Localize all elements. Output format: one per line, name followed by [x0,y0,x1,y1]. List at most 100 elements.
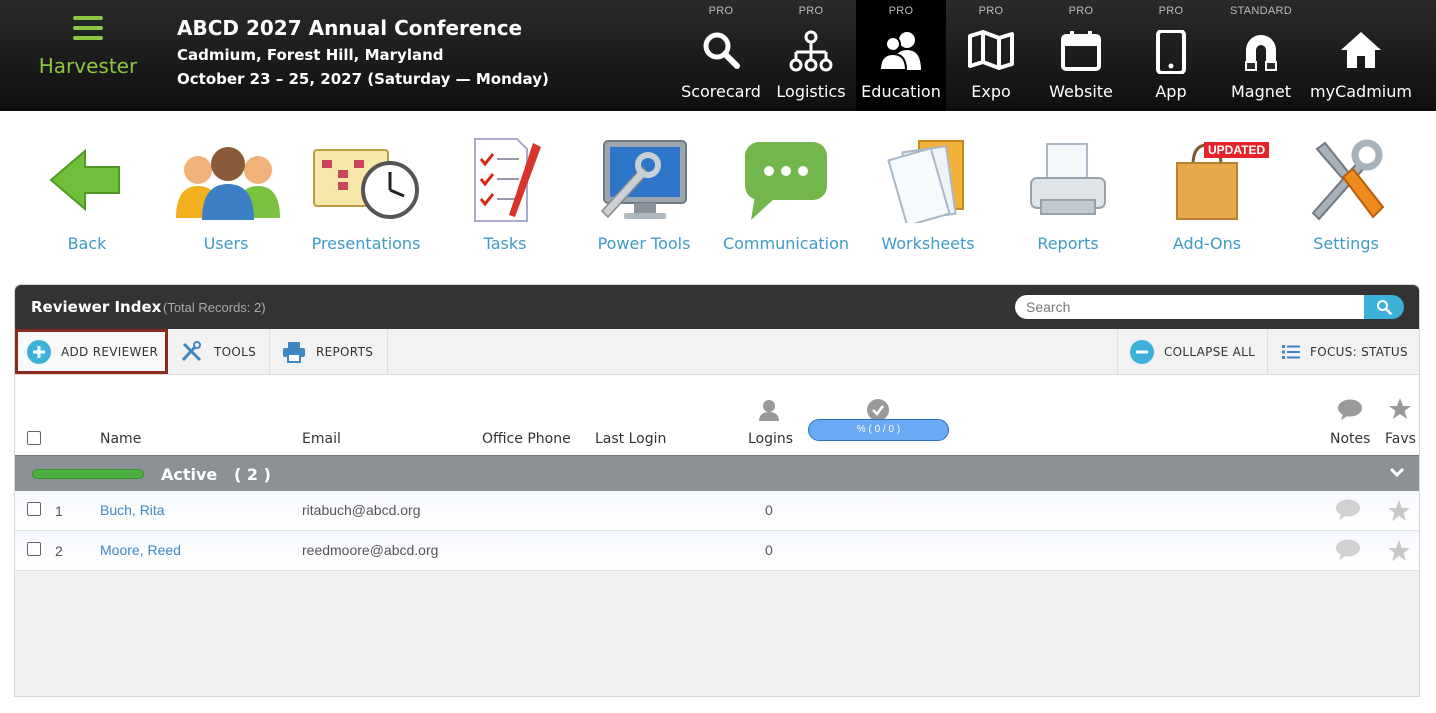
module-label: Magnet [1230,82,1292,101]
comment-icon[interactable] [1335,539,1361,561]
tool-label: Reports [1037,234,1099,253]
module-logistics[interactable]: PRO Logistics [766,0,856,111]
documents-icon [887,140,964,223]
module-label: Education [861,82,941,101]
magnet-icon [1245,35,1277,71]
tool-label: Worksheets [881,234,975,253]
row-checkbox[interactable] [27,502,41,516]
module-education[interactable]: PRO Education [856,0,946,111]
tool-label: Settings [1313,234,1379,253]
module-website[interactable]: PRO Website [1036,0,1126,111]
collapse-all-label: COLLAPSE ALL [1164,344,1256,359]
phone-icon [1156,30,1186,74]
conference-title: ABCD 2027 Annual Conference [177,16,523,40]
module-label: myCadmium [1310,82,1412,101]
conference-info: ABCD 2027 Annual Conference Cadmium, For… [177,16,549,88]
column-notes[interactable]: Notes [1330,431,1370,447]
brand-menu[interactable]: Harvester [18,12,158,102]
minus-circle-icon [1130,339,1154,364]
column-logins[interactable]: Logins [748,431,793,447]
column-favs[interactable]: Favs [1385,431,1416,447]
focus-status-button[interactable]: FOCUS: STATUS [1267,329,1419,374]
reviewer-logins: 0 [765,502,773,518]
reviewer-name-link[interactable]: Buch, Rita [100,502,165,518]
list-icon [1282,344,1300,359]
collapse-all-button[interactable]: COLLAPSE ALL [1117,329,1267,374]
user-icon [759,400,779,421]
check-circle-icon [867,399,889,421]
chat-bubble-icon [745,142,827,220]
home-icon [1341,32,1381,68]
column-office-phone[interactable]: Office Phone [482,431,571,447]
module-tier: PRO [888,5,914,17]
search-input[interactable] [1015,295,1365,319]
module-tier: PRO [978,5,1004,17]
monitor-wrench-icon [600,140,687,219]
tool-power-tools[interactable]: Power Tools [569,130,719,253]
tool-back[interactable]: Back [12,130,162,253]
calendar-clock-icon [313,149,419,219]
add-reviewer-label: ADD REVIEWER [61,344,159,359]
tools-button[interactable]: TOOLS [168,329,270,374]
group-status-bar [32,469,144,479]
reviewer-email: ritabuch@abcd.org [302,502,421,518]
reviewer-email: reedmoore@abcd.org [302,542,439,558]
add-reviewer-button[interactable]: ADD REVIEWER [15,329,168,374]
tool-add-ons[interactable]: UPDATED Add-Ons [1132,130,1282,253]
search-button[interactable] [1364,295,1404,319]
tool-worksheets[interactable]: Worksheets [853,130,1003,253]
module-app[interactable]: PRO App [1126,0,1216,111]
table-row[interactable]: 2 Moore, Reed reedmoore@abcd.org 0 [15,531,1419,571]
tool-communication[interactable]: Communication [711,130,861,253]
module-scorecard[interactable]: PRO Scorecard [676,0,766,111]
tool-tasks[interactable]: Tasks [430,130,580,253]
reviewer-name-link[interactable]: Moore, Reed [100,542,181,558]
conference-location: Cadmium, Forest Hill, Maryland [177,46,444,64]
group-header-active[interactable]: Active ( 2 ) [15,455,1419,491]
module-label: Scorecard [681,82,761,101]
calendar-icon [1061,31,1101,71]
tool-label: Communication [722,234,850,253]
module-label: Logistics [776,82,846,101]
tool-settings[interactable]: Settings [1271,130,1421,253]
tool-row: Back Users Presentations Tasks Power Too… [0,130,1436,260]
row-checkbox[interactable] [27,542,41,556]
tool-users[interactable]: Users [151,130,301,253]
comment-icon[interactable] [1335,499,1361,521]
module-mycadmium[interactable]: myCadmium [1306,0,1416,111]
module-label: Expo [971,82,1011,101]
tool-reports[interactable]: Reports [993,130,1143,253]
panel-title: Reviewer Index [31,298,162,316]
tool-label: Back [67,234,107,253]
module-tier: STANDARD [1229,5,1293,17]
tool-label: Presentations [311,234,421,253]
hamburger-icon[interactable] [73,16,103,40]
module-tier: PRO [1158,5,1184,17]
plus-circle-icon [27,339,51,364]
search-icon [703,32,740,69]
printer-icon [1030,143,1106,215]
status-progress: % ( 0 / 0 ) [808,419,949,441]
column-last-login[interactable]: Last Login [595,431,666,447]
reports-button[interactable]: REPORTS [270,329,388,374]
module-expo[interactable]: PRO Expo [946,0,1036,111]
select-all-checkbox[interactable] [27,431,41,445]
comment-icon [1338,399,1362,420]
star-icon[interactable] [1387,539,1411,563]
column-name[interactable]: Name [100,431,141,447]
module-tier: PRO [798,5,824,17]
module-label: Website [1049,82,1113,101]
tool-label: Tasks [483,234,527,253]
table-row[interactable]: 1 Buch, Rita ritabuch@abcd.org 0 [15,491,1419,531]
chevron-down-icon[interactable] [1389,466,1405,478]
row-number: 2 [55,543,63,559]
people-icon [879,32,921,70]
column-email[interactable]: Email [302,431,341,447]
search-icon [1377,300,1392,315]
hierarchy-icon [789,30,833,72]
tools-icon [181,340,202,361]
module-magnet[interactable]: STANDARD Magnet [1216,0,1306,111]
module-tier: PRO [708,5,734,17]
star-icon[interactable] [1387,499,1411,523]
tool-presentations[interactable]: Presentations [291,130,441,253]
